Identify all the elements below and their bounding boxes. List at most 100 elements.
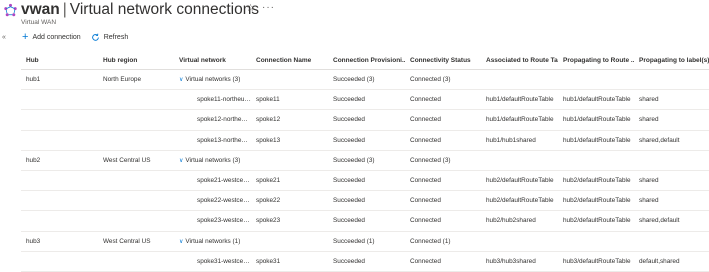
virtual-network-link[interactable]: spoke23-westcen... [174, 210, 251, 232]
connectivity-status-cell: Connected (1) [405, 231, 481, 252]
provisioning-state-cell: Succeeded [328, 130, 405, 151]
provisioning-state-cell: Succeeded [328, 190, 405, 212]
propagating-labels-cell: shared [634, 170, 709, 192]
provisioning-state-cell: Succeeded (3) [328, 69, 405, 91]
connection-row[interactable]: spoke21-westcen... spoke21 Succeeded Connec… [21, 170, 709, 192]
column-header-propagating-route-table[interactable]: Propagating to Route ... [558, 52, 634, 70]
propagating-route-table-cell: hub2/defaultRouteTable [558, 190, 634, 212]
propagating-labels-cell [634, 231, 709, 252]
associated-route-table-cell: hub1/hub1shared [481, 130, 558, 151]
virtual-network-label: spoke21-westcen... [197, 177, 251, 185]
provisioning-state-cell: Succeeded (3) [328, 150, 405, 171]
hub-region-cell [98, 170, 174, 192]
connection-name-cell: spoke31 [251, 251, 328, 272]
connection-name-cell: spoke22 [251, 190, 328, 212]
propagating-labels-cell [634, 69, 709, 91]
command-bar: + Add connection Refresh [22, 30, 138, 44]
chevron-down-icon[interactable]: ∨ [179, 76, 183, 83]
hub-cell [21, 89, 98, 111]
propagating-route-table-cell: hub1/defaultRouteTable [558, 130, 634, 151]
hub-cell: hub1 [21, 69, 98, 91]
connectivity-status-cell: Connected [405, 170, 481, 192]
associated-route-table-cell [481, 69, 558, 91]
column-header-connection-name[interactable]: Connection Name [251, 52, 328, 70]
chevron-down-icon[interactable]: ∨ [179, 238, 183, 245]
provisioning-state-cell: Succeeded [328, 89, 405, 111]
collapse-menu-icon[interactable]: « [2, 34, 6, 41]
virtual-network-link[interactable]: spoke22-westcen... [174, 190, 251, 212]
connection-name-cell: spoke12 [251, 109, 328, 131]
hub-cell [21, 170, 98, 192]
propagating-labels-cell [634, 150, 709, 171]
add-connection-label: Add connection [32, 33, 81, 41]
propagating-route-table-cell: hub2/defaultRouteTable [558, 170, 634, 192]
hub-group-row[interactable]: hub3 West Central US ∨ Virtual networks (1)… [21, 231, 709, 252]
chevron-down-icon[interactable]: ∨ [179, 157, 183, 164]
propagating-route-table-cell: hub3/defaultRouteTable [558, 251, 634, 272]
more-options-icon[interactable]: ··· [262, 2, 275, 13]
virtual-network-link[interactable]: spoke21-westcen... [174, 170, 251, 192]
connection-row[interactable]: spoke12-northeur... spoke12 Succeeded Conne… [21, 109, 709, 131]
propagating-labels-cell: default,shared [634, 251, 709, 272]
connection-row[interactable]: spoke31-westcen... spoke31 Succeeded Connec… [21, 251, 709, 272]
favorite-star-icon[interactable]: ☆ [246, 3, 255, 14]
connection-row[interactable]: spoke22-westcen... spoke22 Succeeded Connec… [21, 190, 709, 212]
virtual-network-label: Virtual networks (1) [185, 237, 241, 245]
provisioning-state-cell: Succeeded [328, 170, 405, 192]
column-header-hub[interactable]: Hub [21, 52, 98, 70]
virtual-networks-group-toggle[interactable]: ∨ Virtual networks (1) [174, 231, 251, 252]
connections-table: Hub Hub region Virtual network Connectio… [21, 52, 709, 272]
column-header-propagating-labels[interactable]: Propagating to label(s) [634, 52, 709, 70]
column-header-connectivity-status[interactable]: Connectivity Status [405, 52, 481, 70]
virtual-networks-group-toggle[interactable]: ∨ Virtual networks (3) [174, 69, 251, 91]
resource-type-subtitle: Virtual WAN [21, 19, 57, 26]
page-title: vwan | Virtual network connections [21, 1, 259, 19]
column-header-hub-region[interactable]: Hub region [98, 52, 174, 70]
hub-cell [21, 130, 98, 151]
virtual-network-label: Virtual networks (3) [185, 76, 241, 84]
hub-cell: hub2 [21, 150, 98, 171]
propagating-labels-cell: shared [634, 109, 709, 131]
connectivity-status-cell: Connected [405, 89, 481, 111]
refresh-button[interactable]: Refresh [91, 33, 128, 42]
connectivity-status-cell: Connected [405, 190, 481, 212]
plus-icon: + [22, 31, 29, 43]
virtual-network-label: spoke23-westcen... [197, 217, 251, 225]
connection-row[interactable]: spoke23-westcen... spoke23 Succeeded Connec… [21, 210, 709, 232]
refresh-icon [91, 33, 99, 41]
propagating-route-table-cell: hub2/defaultRouteTable [558, 210, 634, 232]
virtual-network-link[interactable]: spoke13-northeur... [174, 130, 251, 151]
provisioning-state-cell: Succeeded [328, 210, 405, 232]
connectivity-status-cell: Connected (3) [405, 150, 481, 171]
hub-cell [21, 190, 98, 212]
associated-route-table-cell: hub1/defaultRouteTable [481, 89, 558, 111]
add-connection-button[interactable]: + Add connection [22, 31, 81, 43]
column-header-associated-route-table[interactable]: Associated to Route Ta... [481, 52, 558, 70]
virtual-network-link[interactable]: spoke31-westcen... [174, 251, 251, 272]
connection-name-cell: spoke11 [251, 89, 328, 111]
connection-row[interactable]: spoke11-northeur... spoke11 Succeeded Conne… [21, 89, 709, 111]
table-body: hub1 North Europe ∨ Virtual networks (3) Suc… [21, 69, 709, 272]
hub-group-row[interactable]: hub2 West Central US ∨ Virtual networks (3)… [21, 150, 709, 171]
provisioning-state-cell: Succeeded [328, 251, 405, 272]
hub-cell: hub3 [21, 231, 98, 252]
virtual-network-link[interactable]: spoke12-northeur... [174, 109, 251, 131]
hub-region-cell [98, 210, 174, 232]
hub-region-cell: West Central US [98, 231, 174, 252]
connection-row[interactable]: spoke13-northeur... spoke13 Succeeded Conne… [21, 130, 709, 151]
associated-route-table-cell: hub2/defaultRouteTable [481, 170, 558, 192]
virtual-networks-group-toggle[interactable]: ∨ Virtual networks (3) [174, 150, 251, 171]
resource-name: vwan [21, 1, 60, 18]
hub-group-row[interactable]: hub1 North Europe ∨ Virtual networks (3) Suc… [21, 69, 709, 91]
propagating-route-table-cell [558, 69, 634, 91]
virtual-network-label: spoke22-westcen... [197, 197, 251, 205]
connectivity-status-cell: Connected [405, 130, 481, 151]
hub-region-cell [98, 130, 174, 151]
propagating-route-table-cell [558, 150, 634, 171]
column-header-virtual-network[interactable]: Virtual network [174, 52, 251, 70]
column-header-provisioning[interactable]: Connection Provisioni... [328, 52, 405, 70]
propagating-route-table-cell: hub1/defaultRouteTable [558, 109, 634, 131]
virtual-network-link[interactable]: spoke11-northeur... [174, 89, 251, 111]
hub-region-cell [98, 109, 174, 131]
hub-region-cell [98, 251, 174, 272]
